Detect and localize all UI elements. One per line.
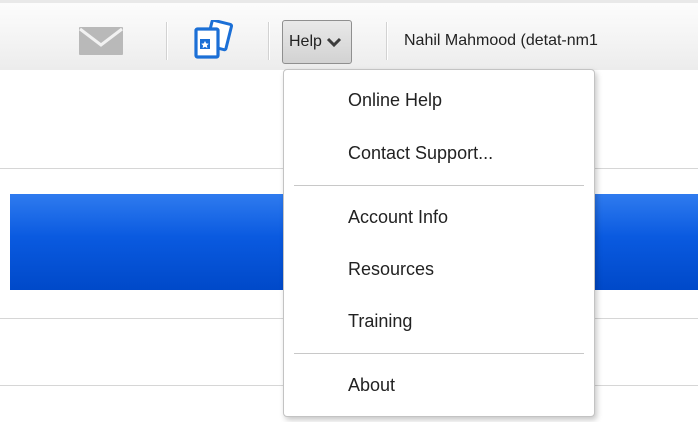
chevron-down-icon	[326, 37, 341, 48]
menu-separator	[294, 353, 584, 354]
menu-item-resources[interactable]: Resources	[348, 259, 434, 280]
menu-item-online-help[interactable]: Online Help	[348, 90, 442, 111]
user-account-name[interactable]: Nahil Mahmood (detat-nm1	[404, 32, 598, 50]
menu-item-training[interactable]: Training	[348, 311, 412, 332]
app-window: Help Nahil Mahmood (detat-nm1 Online Hel…	[0, 0, 698, 422]
menu-separator	[294, 185, 584, 186]
menu-item-account-info[interactable]: Account Info	[348, 207, 448, 228]
toolbar-separator	[166, 22, 167, 60]
menu-item-about[interactable]: About	[348, 375, 395, 396]
toolbar-separator	[268, 22, 269, 60]
menu-item-contact-support[interactable]: Contact Support...	[348, 143, 493, 164]
help-dropdown-menu: Online Help Contact Support... Account I…	[283, 69, 595, 417]
toolbar-separator	[386, 22, 387, 60]
help-button-label: Help	[289, 33, 322, 50]
envelope-icon[interactable]	[78, 26, 124, 56]
help-menu-button[interactable]: Help	[282, 20, 352, 64]
toolbar-top-border	[0, 0, 698, 3]
cards-icon[interactable]	[192, 20, 234, 60]
top-toolbar: Help Nahil Mahmood (detat-nm1	[0, 0, 698, 71]
